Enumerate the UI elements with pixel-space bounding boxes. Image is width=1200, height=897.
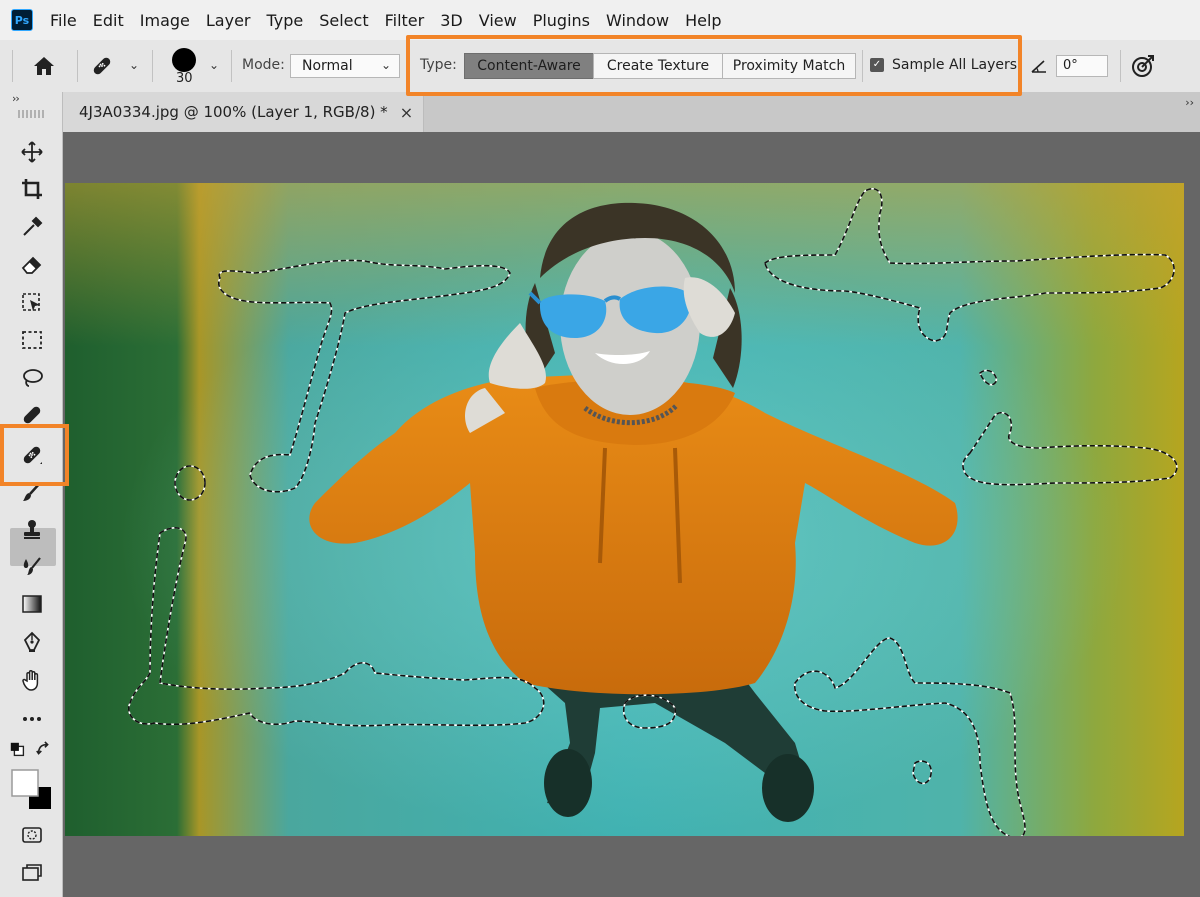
document-tab-bar: 4J3A0334.jpg @ 100% (Layer 1, RGB/8) * ×… <box>63 92 1200 132</box>
brush-size-value: 30 <box>176 71 193 86</box>
canvas-area[interactable] <box>63 132 1200 897</box>
chevron-down-icon: ⌄ <box>380 58 391 72</box>
menu-bar: Ps File Edit Image Layer Type Select Fil… <box>0 0 1200 40</box>
chevron-down-icon[interactable]: ⌄ <box>209 58 219 72</box>
type-content-aware-button[interactable]: Content-Aware <box>464 53 594 79</box>
spot-healing-brush-icon[interactable] <box>14 400 50 430</box>
menu-filter[interactable]: Filter <box>377 11 433 30</box>
quick-mask-icon[interactable] <box>14 820 50 850</box>
sample-all-layers-checkbox[interactable]: ✓ Sample All Layers <box>870 57 1017 73</box>
menu-plugins[interactable]: Plugins <box>525 11 598 30</box>
rectangular-marquee-icon[interactable] <box>14 325 50 355</box>
tools-panel: ›› <box>0 92 63 897</box>
menu-3d[interactable]: 3D <box>432 11 471 30</box>
chevron-down-icon[interactable]: ⌄ <box>129 58 139 72</box>
menu-type[interactable]: Type <box>258 11 311 30</box>
menu-layer[interactable]: Layer <box>198 11 259 30</box>
menu-view[interactable]: View <box>471 11 525 30</box>
brush-preview-icon[interactable] <box>170 46 198 74</box>
gradient-icon[interactable] <box>14 589 50 619</box>
vertical-scrollbar[interactable] <box>1184 132 1200 897</box>
eyedropper-icon[interactable] <box>14 212 50 242</box>
document-tab-title: 4J3A0334.jpg @ 100% (Layer 1, RGB/8) * <box>79 103 388 121</box>
type-proximity-match-button[interactable]: Proximity Match <box>722 53 856 79</box>
divider <box>77 50 78 82</box>
mode-select-value: Normal <box>302 58 353 74</box>
document-canvas-image[interactable] <box>65 183 1184 836</box>
photoshop-logo: Ps <box>11 9 33 31</box>
mode-label: Mode: <box>242 57 285 73</box>
type-create-texture-button[interactable]: Create Texture <box>593 53 723 79</box>
move-icon[interactable] <box>14 137 50 167</box>
mode-select[interactable]: Normal ⌄ <box>290 54 400 78</box>
blur-icon[interactable] <box>14 552 50 582</box>
collapse-panel-icon[interactable]: ›› <box>12 92 20 105</box>
menu-help[interactable]: Help <box>677 11 729 30</box>
screen-mode-icon[interactable] <box>14 858 50 888</box>
pen-icon[interactable] <box>14 627 50 657</box>
home-icon[interactable] <box>28 52 60 80</box>
default-colors-icon[interactable] <box>8 740 28 760</box>
object-selection-icon[interactable] <box>14 288 50 318</box>
menu-image[interactable]: Image <box>132 11 198 30</box>
color-swatches-icon[interactable] <box>8 768 56 814</box>
swap-colors-icon[interactable] <box>34 740 54 760</box>
angle-icon <box>1028 56 1050 76</box>
checkmark-icon: ✓ <box>870 58 884 72</box>
divider <box>862 50 863 82</box>
eraser-icon[interactable] <box>14 250 50 280</box>
healing-brush-icon[interactable] <box>14 440 50 470</box>
options-bar: ⌄ 30 ⌄ Mode: Normal ⌄ Type: Content-Awar… <box>0 40 1200 93</box>
type-label: Type: <box>420 57 457 73</box>
divider <box>1120 50 1121 82</box>
menu-edit[interactable]: Edit <box>85 11 132 30</box>
panel-grip[interactable] <box>18 110 44 118</box>
tool-preset-healing-brush-icon[interactable] <box>87 52 117 80</box>
crop-icon[interactable] <box>14 174 50 204</box>
clone-stamp-icon[interactable] <box>14 515 50 545</box>
diffraction-pressure-icon[interactable] <box>1128 52 1158 80</box>
expand-panels-icon[interactable]: ›› <box>1185 96 1194 109</box>
menu-window[interactable]: Window <box>598 11 677 30</box>
divider <box>231 50 232 82</box>
more-tools-icon[interactable] <box>14 704 50 734</box>
menu-select[interactable]: Select <box>311 11 376 30</box>
document-tab[interactable]: 4J3A0334.jpg @ 100% (Layer 1, RGB/8) * × <box>63 92 424 132</box>
angle-input[interactable]: 0° <box>1056 55 1108 77</box>
grip-divider <box>12 50 13 82</box>
menu-file[interactable]: File <box>48 11 85 30</box>
close-icon[interactable]: × <box>400 103 413 122</box>
divider <box>152 50 153 82</box>
sample-all-layers-label: Sample All Layers <box>892 57 1018 73</box>
lasso-icon[interactable] <box>14 363 50 393</box>
hand-icon[interactable] <box>14 665 50 695</box>
brush-icon[interactable] <box>14 477 50 507</box>
